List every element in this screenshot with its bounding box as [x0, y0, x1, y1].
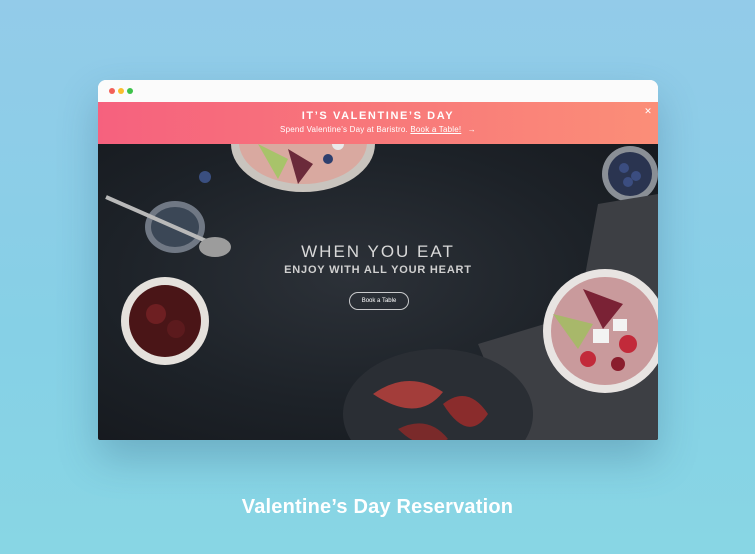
book-table-link[interactable]: Book a Table!	[410, 125, 461, 134]
window-titlebar	[98, 80, 658, 102]
arrow-right-icon[interactable]: →	[468, 125, 476, 134]
minimize-window-dot[interactable]	[118, 88, 124, 94]
maximize-window-dot[interactable]	[127, 88, 133, 94]
hero-section: WHEN YOU EAT ENJOY WITH ALL YOUR HEART B…	[98, 144, 658, 440]
hero-headline: WHEN YOU EAT	[301, 242, 455, 261]
banner-subtitle: Spend Valentine’s Day at Baristro. Book …	[98, 125, 658, 134]
close-window-dot[interactable]	[109, 88, 115, 94]
book-table-button[interactable]: Book a Table	[349, 292, 409, 310]
announcement-banner: IT’S VALENTINE’S DAY Spend Valentine’s D…	[98, 102, 658, 144]
close-icon[interactable]: ✕	[643, 106, 653, 116]
jam-bowl-image	[121, 277, 209, 365]
banner-title: IT’S VALENTINE’S DAY	[301, 110, 455, 122]
fig-plate-image	[343, 349, 533, 440]
banner-subtitle-text: Spend Valentine’s Day at Baristro.	[280, 125, 408, 134]
fruit-bowl-image	[543, 269, 658, 393]
hero-subheadline: ENJOY WITH ALL YOUR HEART	[284, 264, 472, 276]
page-caption: Valentine’s Day Reservation	[241, 496, 514, 518]
blueberry-image	[199, 171, 211, 183]
top-bowl-image	[231, 144, 375, 192]
browser-window: IT’S VALENTINE’S DAY Spend Valentine’s D…	[98, 80, 658, 440]
